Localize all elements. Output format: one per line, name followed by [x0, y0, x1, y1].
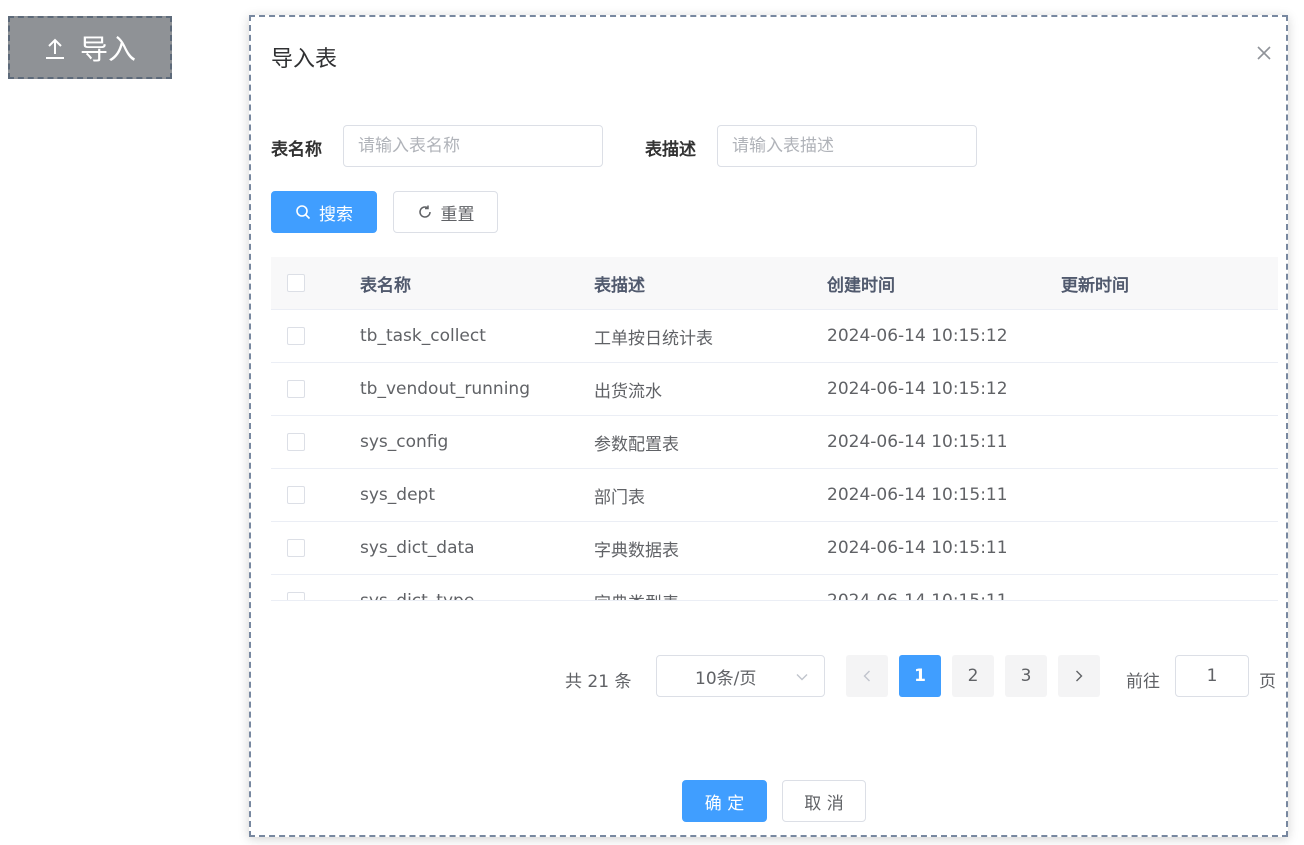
table-row[interactable]: sys_dict_type 字典类型表 2024-06-14 10:15:11 — [271, 575, 1278, 601]
table-desc-input[interactable] — [717, 125, 977, 167]
table-row[interactable]: tb_task_collect 工单按日统计表 2024-06-14 10:15… — [271, 310, 1278, 363]
prev-page-button[interactable] — [846, 655, 888, 697]
cancel-button[interactable]: 取 消 — [782, 780, 866, 822]
cell-table-desc: 部门表 — [594, 487, 645, 508]
page-suffix: 页 — [1259, 672, 1276, 692]
chevron-right-icon — [1076, 670, 1083, 682]
upload-icon — [44, 36, 66, 60]
next-page-button[interactable] — [1058, 655, 1100, 697]
search-button[interactable]: 搜索 — [271, 191, 377, 233]
page-3-button[interactable]: 3 — [1005, 655, 1047, 697]
row-checkbox[interactable] — [287, 433, 305, 451]
page-size-select[interactable]: 10条/页 — [656, 655, 825, 697]
cell-table-name: sys_config — [360, 432, 449, 452]
cell-created-time: 2024-06-14 10:15:11 — [827, 538, 1008, 558]
refresh-icon — [417, 204, 433, 220]
search-icon — [295, 204, 311, 220]
column-header-desc[interactable]: 表描述 — [594, 271, 827, 296]
import-button[interactable]: 导入 — [8, 16, 172, 79]
column-header-updated[interactable]: 更新时间 — [1061, 271, 1278, 296]
row-checkbox[interactable] — [287, 539, 305, 557]
row-checkbox[interactable] — [287, 592, 305, 600]
goto-page-input[interactable] — [1175, 655, 1249, 697]
table-row[interactable]: tb_vendout_running 出货流水 2024-06-14 10:15… — [271, 363, 1278, 416]
table-header: 表名称 表描述 创建时间 更新时间 — [271, 257, 1278, 310]
cell-created-time: 2024-06-14 10:15:11 — [827, 485, 1008, 505]
import-button-label: 导入 — [79, 32, 136, 66]
import-table-dialog: 导入表 表名称 表描述 搜索 重置 表名称 表描述 创建时间 更新时间 tb_t… — [249, 15, 1288, 837]
cell-table-desc: 字典数据表 — [594, 540, 679, 561]
cell-table-name: sys_dept — [360, 485, 435, 505]
page-size-value: 10条/页 — [695, 668, 757, 689]
cell-created-time: 2024-06-14 10:15:12 — [827, 326, 1008, 346]
goto-label: 前往 — [1126, 672, 1160, 692]
select-all-checkbox[interactable] — [287, 274, 305, 292]
cell-table-name: tb_vendout_running — [360, 379, 530, 399]
column-header-name[interactable]: 表名称 — [360, 271, 594, 296]
table-row[interactable]: sys_config 参数配置表 2024-06-14 10:15:11 — [271, 416, 1278, 469]
table-row[interactable]: sys_dict_data 字典数据表 2024-06-14 10:15:11 — [271, 522, 1278, 575]
cell-created-time: 2024-06-14 10:15:11 — [827, 591, 1008, 601]
row-checkbox[interactable] — [287, 327, 305, 345]
row-checkbox[interactable] — [287, 380, 305, 398]
confirm-button[interactable]: 确 定 — [682, 780, 767, 822]
cell-created-time: 2024-06-14 10:15:11 — [827, 432, 1008, 452]
cell-table-name: sys_dict_type — [360, 591, 475, 601]
cell-created-time: 2024-06-14 10:15:12 — [827, 379, 1008, 399]
search-button-label: 搜索 — [319, 204, 353, 225]
pagination-total: 共 21 条 — [565, 672, 632, 692]
table-desc-label: 表描述 — [645, 140, 696, 160]
confirm-button-label: 确 定 — [704, 793, 745, 814]
row-checkbox[interactable] — [287, 486, 305, 504]
table-name-label: 表名称 — [271, 140, 322, 160]
close-icon[interactable] — [1254, 43, 1274, 63]
table-row[interactable]: sys_dept 部门表 2024-06-14 10:15:11 — [271, 469, 1278, 522]
cell-table-name: sys_dict_data — [360, 538, 475, 558]
cell-table-desc: 参数配置表 — [594, 434, 679, 455]
cell-table-desc: 字典类型表 — [594, 589, 827, 601]
page-2-button[interactable]: 2 — [952, 655, 994, 697]
chevron-down-icon — [796, 666, 808, 686]
tables-table: 表名称 表描述 创建时间 更新时间 tb_task_collect 工单按日统计… — [271, 257, 1278, 601]
chevron-left-icon — [863, 670, 870, 682]
cell-table-desc: 工单按日统计表 — [594, 328, 713, 349]
cell-table-name: tb_task_collect — [360, 326, 486, 346]
page-1-button[interactable]: 1 — [899, 655, 941, 697]
reset-button[interactable]: 重置 — [393, 191, 498, 233]
column-header-created[interactable]: 创建时间 — [827, 271, 1061, 296]
cancel-button-label: 取 消 — [804, 793, 844, 814]
dialog-title: 导入表 — [271, 47, 338, 72]
reset-button-label: 重置 — [440, 204, 475, 225]
table-name-input[interactable] — [343, 125, 603, 167]
cell-table-desc: 出货流水 — [594, 381, 662, 402]
